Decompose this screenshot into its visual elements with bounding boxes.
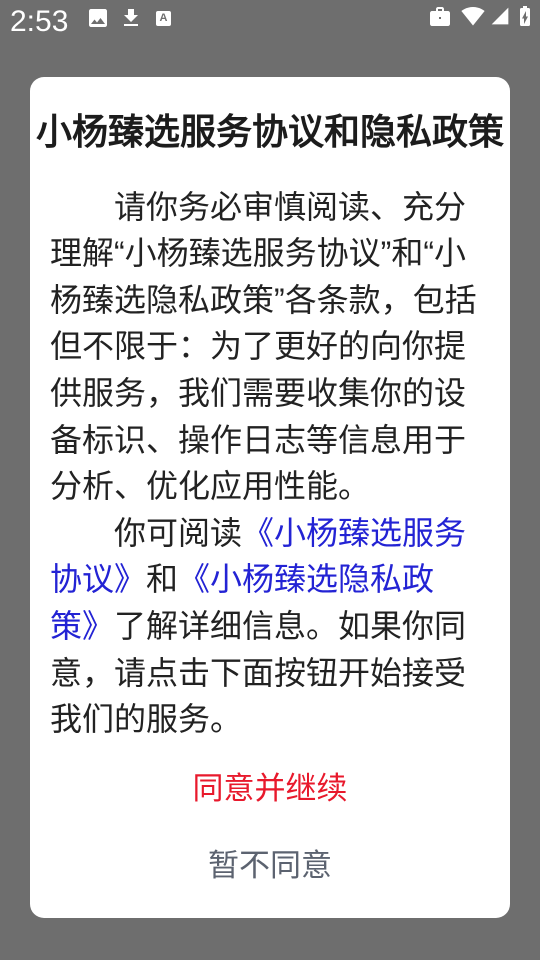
agree-and-continue-button[interactable]: 同意并继续 [30, 759, 510, 819]
clock: 2:53 [10, 5, 69, 38]
paragraph-line: 但不限于：为了更好的向你提 [50, 328, 467, 365]
paragraph-line: 协议》和《小杨臻选隐私政 [50, 556, 490, 603]
paragraph-line: 杨臻选隐私政策”各条款，包括 [50, 281, 477, 318]
privacy-policy-link[interactable]: 策》 [50, 608, 114, 644]
dialog-title: 小杨臻选服务协议和隐私政策 [35, 111, 504, 152]
paragraph-text: 你可阅读 [114, 514, 243, 551]
paragraph-line: 请你务必审慎阅读、充分 [114, 188, 467, 225]
decline-button[interactable]: 暂不同意 [30, 836, 510, 896]
text-a-icon-letter: A [159, 12, 168, 24]
paragraph-line: 策》了解详细信息。如果你同 [50, 603, 490, 650]
work-profile-icon [428, 5, 452, 29]
paragraph-line: 理解“小杨臻选服务协议”和“小 [50, 235, 466, 272]
paragraph-text: 了解详细信息。如果你同 [114, 608, 467, 645]
status-bar: 2:53 A [0, 0, 540, 44]
wifi-icon [461, 4, 485, 28]
privacy-agreement-dialog: 小杨臻选服务协议和隐私政策 请你务必审慎阅读、充分 理解“小杨臻选服务协议”和“… [30, 77, 510, 918]
cellular-signal-icon [490, 6, 510, 26]
paragraph-line: 分析、优化应用性能。 [50, 468, 371, 505]
image-icon [86, 6, 110, 30]
paragraph-line: 备标识、操作日志等信息用于 [50, 421, 467, 458]
paragraph-line: 供服务，我们需要收集你的设 [50, 375, 467, 412]
paragraph-line: 我们的服务。 [50, 701, 243, 738]
text-a-icon: A [156, 11, 171, 26]
agreement-body: 请你务必审慎阅读、充分 理解“小杨臻选服务协议”和“小 杨臻选隐私政策”各条款，… [50, 184, 490, 743]
privacy-policy-link[interactable]: 《小杨臻选隐私政 [178, 561, 434, 597]
paragraph-text: 和 [146, 561, 179, 598]
paragraph-line: 你可阅读《小杨臻选服务 [50, 510, 490, 557]
battery-charging-icon [513, 4, 537, 28]
download-icon [119, 6, 143, 30]
agreement-paragraph-intro: 请你务必审慎阅读、充分 理解“小杨臻选服务协议”和“小 杨臻选隐私政策”各条款，… [50, 184, 490, 510]
agreement-paragraph-links: 你可阅读《小杨臻选服务 协议》和《小杨臻选隐私政 策》了解详细信息。如果你同 意… [50, 510, 490, 743]
service-agreement-link[interactable]: 协议》 [50, 561, 146, 597]
paragraph-line: 意，请点击下面按钮开始接受 [50, 654, 467, 691]
service-agreement-link[interactable]: 《小杨臻选服务 [242, 515, 466, 551]
